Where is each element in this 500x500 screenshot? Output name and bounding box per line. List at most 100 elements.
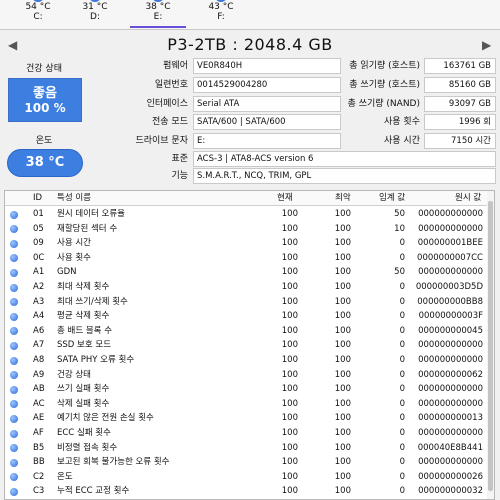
row-current: 100 [281, 413, 298, 424]
table-row[interactable]: 09 사용 시간 100 100 0 000000001BEE [5, 236, 488, 251]
table-row[interactable]: C3 누적 ECC 교정 횟수 100 100 0 000000000032 [5, 484, 488, 499]
row-threshold: 0 [399, 238, 405, 249]
row-raw-value: 000000000000 [418, 340, 483, 351]
row-raw-value: 000000000000 [418, 209, 483, 219]
table-row[interactable]: A4 평균 삭제 횟수 100 100 0 00000000003F [5, 309, 488, 324]
row-attribute-name: 비정렬 접속 횟수 [57, 442, 118, 453]
row-worst: 100 [334, 296, 351, 307]
drive-letter: F: [217, 12, 225, 22]
row-threshold: 10 [394, 223, 405, 234]
status-dot-icon [10, 341, 18, 350]
row-worst: 100 [334, 282, 351, 292]
total-reads-value: 163761 GB [424, 58, 496, 74]
table-row[interactable]: AC 삭제 실패 횟수 100 100 0 000000000000 [5, 397, 488, 412]
table-row[interactable]: A6 총 배드 블록 수 100 100 0 000000000045 [5, 324, 488, 339]
status-dot-icon [10, 239, 18, 248]
status-dot-icon [10, 487, 18, 496]
interface-label: 인터페이스 [146, 99, 188, 109]
smart-table[interactable]: ID 특성 이름 현재 최악 임계 값 원시 값 01 원시 데이터 오류율 100… [4, 190, 495, 500]
row-threshold: 0 [399, 428, 405, 438]
row-worst: 100 [334, 238, 351, 249]
table-row[interactable]: A9 건강 상태 100 100 0 000000000062 [5, 368, 488, 383]
row-threshold: 50 [394, 267, 405, 278]
drive-letter: C: [33, 12, 43, 22]
row-worst: 100 [334, 340, 351, 351]
nand-writes-label: 총 쓰기량 (NAND) [347, 99, 420, 109]
row-id: 05 [33, 223, 44, 234]
vertical-scrollbar[interactable] [487, 191, 494, 499]
col-id[interactable]: ID [33, 191, 42, 205]
drive-temp: 38 °C [145, 2, 171, 12]
table-row[interactable]: A1 GDN 100 100 50 000000000000 [5, 265, 488, 280]
health-status-box[interactable]: 좋음 100 % [8, 78, 82, 122]
row-id: AF [33, 428, 44, 438]
row-worst: 100 [334, 413, 351, 424]
row-threshold: 0 [399, 252, 405, 263]
power-hours-label: 사용 시간 [384, 136, 420, 146]
firmware-label: 펌웨어 [163, 61, 188, 71]
power-count-value: 1996 회 [424, 114, 496, 130]
table-row[interactable]: A7 SSD 보호 모드 100 100 0 000000000000 [5, 338, 488, 353]
drive-tab-f[interactable]: 43 °C F: [193, 0, 249, 22]
col-name[interactable]: 특성 이름 [57, 191, 91, 205]
row-current: 100 [281, 340, 298, 351]
col-threshold[interactable]: 임계 값 [379, 191, 405, 205]
row-attribute-name: 보고된 회복 불가능한 오류 횟수 [57, 457, 170, 468]
row-raw-value: 000000000BB8 [417, 296, 483, 307]
drive-letter: D: [90, 12, 100, 22]
row-id: A1 [33, 267, 45, 278]
col-raw[interactable]: 원시 값 [455, 191, 481, 205]
table-row[interactable]: AE 예기치 않은 전원 손실 횟수 100 100 0 000000000013 [5, 411, 488, 426]
row-threshold: 0 [399, 325, 405, 336]
drive-tab-c[interactable]: 54 °C C: [10, 0, 66, 22]
table-row[interactable]: 0C 사용 횟수 100 100 0 0000000007CC [5, 251, 488, 266]
row-threshold: 0 [399, 398, 405, 409]
row-worst: 100 [334, 252, 351, 263]
row-id: 09 [33, 238, 44, 249]
row-current: 100 [281, 252, 298, 263]
table-row[interactable]: AF ECC 실패 횟수 100 100 0 000000000000 [5, 426, 488, 441]
row-worst: 100 [334, 311, 351, 322]
row-current: 100 [281, 282, 298, 292]
scrollbar-thumb[interactable] [488, 201, 493, 491]
row-current: 100 [281, 209, 298, 219]
nand-writes-value: 93097 GB [424, 96, 496, 112]
table-row[interactable]: AB 쓰기 실패 횟수 100 100 0 000000000000 [5, 382, 488, 397]
status-dot-icon [10, 298, 18, 307]
total-writes-value: 85160 GB [424, 77, 496, 93]
row-worst: 100 [334, 442, 351, 453]
row-threshold: 0 [399, 282, 405, 292]
table-row[interactable]: B5 비정렬 접속 횟수 100 100 0 000040E8B441 [5, 441, 488, 456]
row-current: 100 [281, 223, 298, 234]
row-current: 100 [281, 384, 298, 395]
table-row[interactable]: C2 온도 100 100 0 000000000026 [5, 470, 488, 485]
status-dot-icon [10, 210, 18, 219]
col-worst[interactable]: 최악 [335, 191, 351, 205]
temperature-box[interactable]: 38 °C [7, 149, 83, 177]
serial-label: 일련번호 [154, 80, 188, 90]
drive-tab-e[interactable]: 38 °C E: [130, 0, 186, 28]
status-dot-icon [10, 254, 18, 263]
row-threshold: 0 [399, 296, 405, 307]
row-raw-value: 000000000000 [418, 355, 483, 365]
row-threshold: 0 [399, 369, 405, 380]
row-threshold: 0 [399, 486, 405, 497]
row-threshold: 0 [399, 471, 405, 482]
total-writes-label: 총 쓰기량 (호스트) [349, 80, 420, 90]
col-current[interactable]: 현재 [277, 191, 293, 205]
drive-tab-d[interactable]: 31 °C D: [67, 0, 123, 22]
row-threshold: 0 [399, 413, 405, 424]
table-row[interactable]: BB 보고된 회복 불가능한 오류 횟수 100 100 0 000000000000 [5, 455, 488, 470]
status-dot-icon [10, 444, 18, 453]
table-row[interactable]: A3 최대 쓰기/삭제 횟수 100 100 0 000000000BB8 [5, 295, 488, 310]
row-attribute-name: 온도 [57, 471, 73, 482]
table-row[interactable]: A2 최대 삭제 횟수 100 100 0 000000003D5D [5, 280, 488, 295]
row-worst: 100 [334, 267, 351, 278]
table-row[interactable]: A8 SATA PHY 오류 횟수 100 100 0 000000000000 [5, 353, 488, 368]
transfer-mode-value: SATA/600 | SATA/600 [193, 114, 341, 130]
drive-temp: 54 °C [25, 2, 51, 12]
row-attribute-name: 삭제 실패 횟수 [57, 398, 110, 409]
table-row[interactable]: 01 원시 데이터 오류율 100 100 50 000000000000 [5, 207, 488, 222]
table-row[interactable]: 05 재할당된 섹터 수 100 100 10 000000000000 [5, 222, 488, 237]
status-dot-icon [10, 400, 18, 409]
